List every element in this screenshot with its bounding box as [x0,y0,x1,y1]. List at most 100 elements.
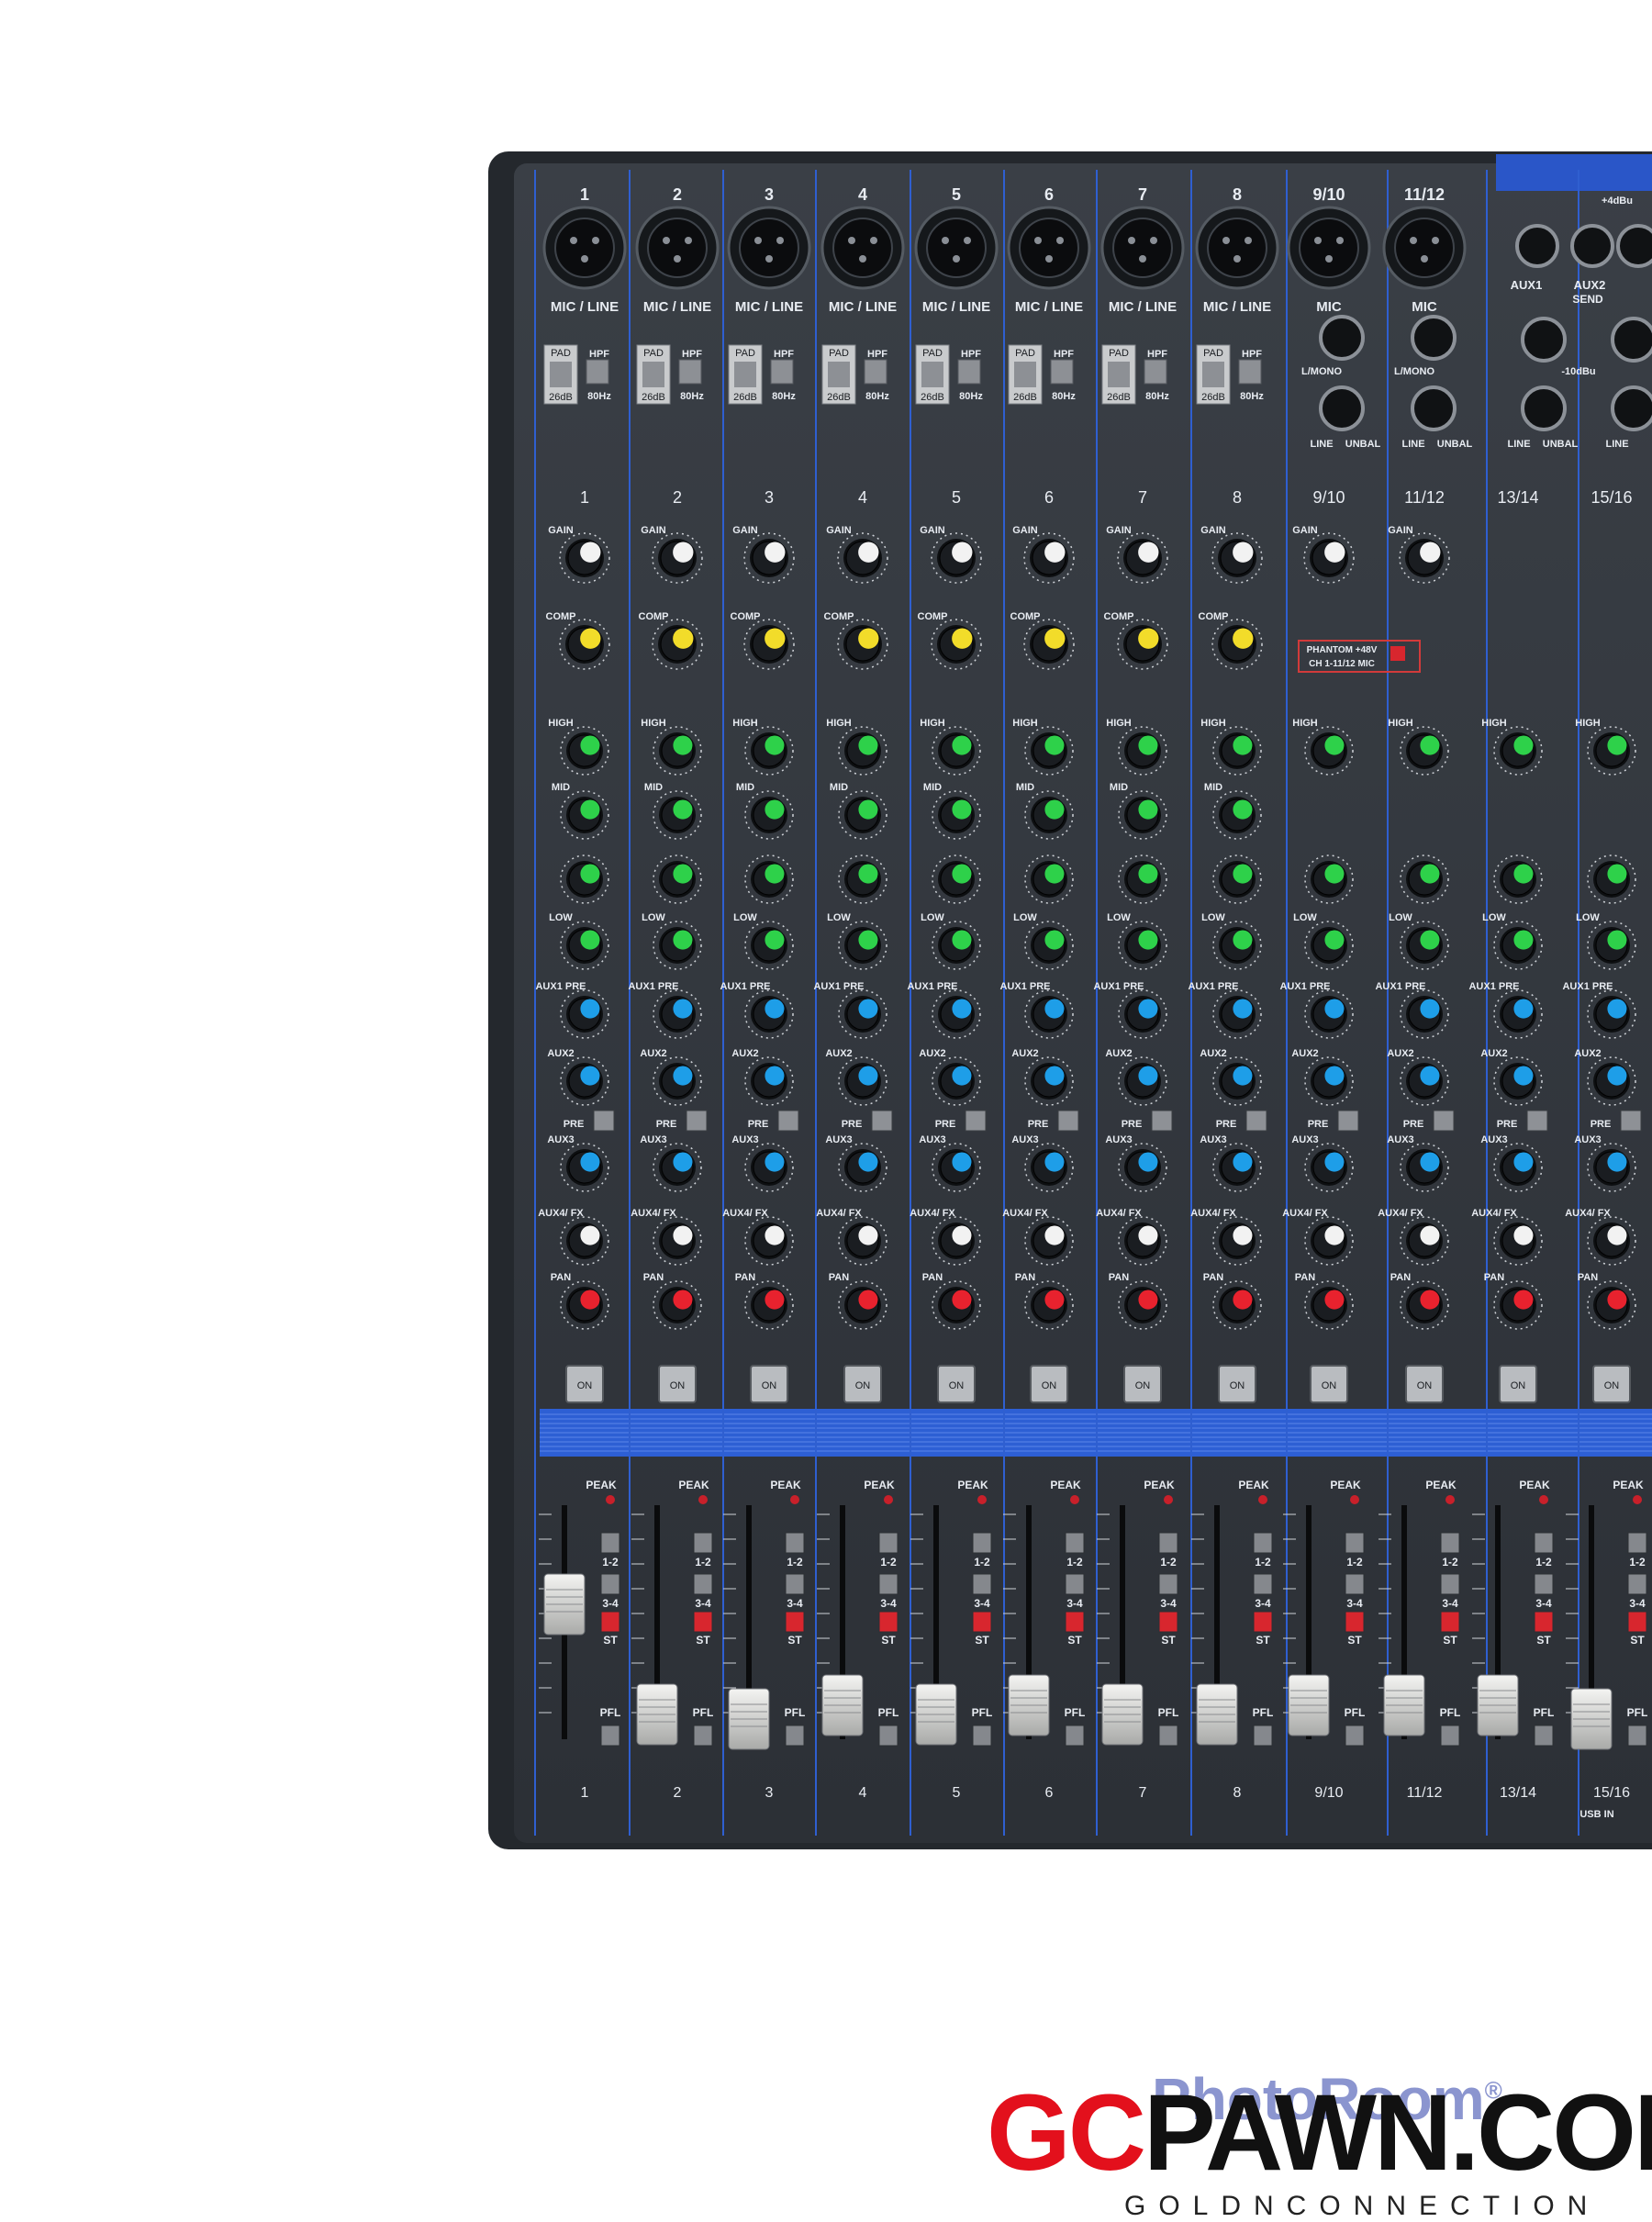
bus-12-button [1627,1532,1647,1554]
fx-knob-cap [1233,1225,1253,1245]
jack-pin [1314,237,1322,244]
peak-label: PEAK [1613,1479,1644,1491]
aux-knob-cap [1233,999,1253,1019]
pan-knob-cap [858,1290,878,1310]
fx-knob-cap [580,1225,600,1245]
peak-label: PEAK [1425,1479,1457,1491]
channel-number-top: 8 [1233,185,1242,204]
comp-knob-label: COMP [546,611,576,622]
channel-number-top: 6 [1044,185,1054,204]
aux-knob-cap [952,999,972,1019]
jack-inner [1299,218,1359,278]
comp-knob-label: COMP [1104,611,1134,622]
pfl-label: PFL [600,1706,621,1719]
jack-pin [953,255,960,262]
eq-knob-label: HIGH [826,718,852,729]
bus-12-button [1440,1532,1460,1554]
st-label: ST [1161,1634,1176,1647]
comp-knob-label: COMP [639,611,669,622]
pan-knob-cap [673,1290,693,1310]
channel-number-bottom: 7 [1139,1785,1147,1801]
aux-knob-cap [952,1152,972,1172]
aux-knob-cap [1513,1066,1534,1086]
peak-led [1070,1495,1079,1504]
channel-number-bottom: 15/16 [1593,1785,1630,1801]
bus-34-button [1534,1573,1554,1595]
channel-number-mid: 7 [1138,488,1147,507]
pad-label: PAD [643,348,664,359]
gain-knob-label: GAIN [1388,525,1413,536]
gain-knob-label: GAIN [920,525,945,536]
pad-value-label: 26dB [921,392,944,403]
peak-led [606,1495,615,1504]
pfl-label: PFL [972,1706,993,1719]
jack-pin [581,255,588,262]
gain-knob-label: GAIN [1012,525,1038,536]
pre-button [1151,1110,1173,1132]
aux-knob-label: AUX2 [731,1048,758,1059]
aux-knob-cap [1607,1066,1627,1086]
on-button-label: ON [1135,1380,1151,1391]
fx-knob-label: AUX4/ FX [538,1208,584,1219]
eq-knob-cap [1513,864,1534,884]
fx-knob-label: AUX4/ FX [1002,1208,1048,1219]
pan-knob-label: PAN [1015,1272,1035,1283]
aux-knob-cap [1044,999,1065,1019]
bus-34-label: 3-4 [1160,1597,1177,1610]
line-input-jack [1411,385,1457,431]
on-button-label: ON [1417,1380,1433,1391]
aux-knob-label: AUX3 [547,1134,574,1145]
on-button-label: ON [1604,1380,1620,1391]
aux-knob-cap [673,1066,693,1086]
aux-knob-cap [1420,999,1440,1019]
aux-knob-label: AUX3 [919,1134,945,1145]
comp-knob-cap [1044,628,1066,649]
eq-knob-label: LOW [921,912,944,923]
aux-knob-cap [1513,1152,1534,1172]
eq-knob-cap [1138,799,1158,820]
eq-knob-label: MID [1110,782,1128,793]
st-label: ST [696,1634,710,1647]
on-button-label: ON [1042,1380,1057,1391]
hpf-label: HPF [1242,349,1262,360]
aux-knob-cap [1138,1152,1158,1172]
eq-knob-cap [858,864,878,884]
pan-knob-label: PAN [735,1272,755,1283]
jack-pin [1245,237,1252,244]
eq-knob-cap [1324,735,1345,755]
bus-12-label: 1-2 [695,1556,711,1569]
bus-34-button [785,1573,805,1595]
pad-switch-cap [642,362,664,387]
eq-knob-label: HIGH [1292,718,1318,729]
pad-value-label: 26dB [733,392,757,403]
bus-34-label: 3-4 [1535,1597,1552,1610]
eq-knob-cap [580,930,600,950]
channel-number-top: 7 [1138,185,1147,204]
eq-knob-cap [1233,799,1253,820]
aux-knob-cap [1324,1066,1345,1086]
st-label: ST [787,1634,802,1647]
bus-34-button [1253,1573,1273,1595]
pan-knob-cap [1607,1290,1627,1310]
phantom-label: PHANTOM +48V [1307,645,1378,655]
pre-button [965,1110,987,1132]
comp-knob-cap [1233,628,1254,649]
fx-knob-cap [1044,1225,1065,1245]
st-button [693,1611,713,1633]
st-label: ST [1067,1634,1082,1647]
eq-knob-label: LOW [1293,912,1317,923]
logo-gc: GC [987,2072,1146,2194]
aux-knob-label: AUX1 PRE [1188,981,1238,992]
jack-pin [776,237,784,244]
phantom-sub-label: CH 1-11/12 MIC [1309,659,1375,669]
aux-knob-label: AUX1 PRE [813,981,864,992]
jack-label: MIC [1316,299,1342,315]
hpf-switch [678,359,702,385]
bus-12-label: 1-2 [1629,1556,1646,1569]
eq-knob-label: MID [923,782,942,793]
st-label: ST [603,1634,618,1647]
eq-knob-cap [1607,735,1627,755]
pre-label: PRE [1403,1119,1424,1130]
pad-value-label: 26dB [1201,392,1225,403]
aux-knob-label: AUX3 [1480,1134,1507,1145]
